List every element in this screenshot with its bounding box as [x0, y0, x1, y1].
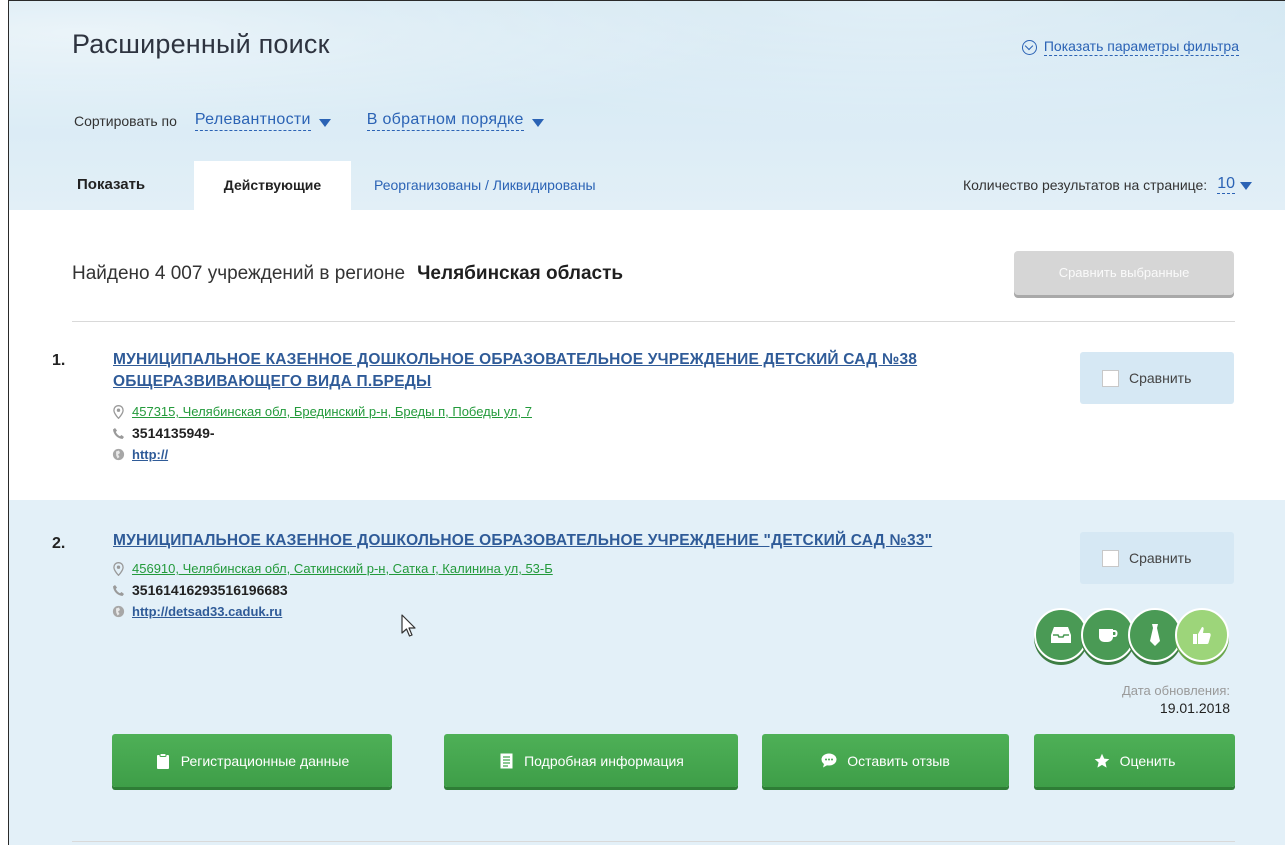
result-address-row: 457315, Челябинская обл, Брединский р-н,…: [111, 404, 532, 419]
phone-icon: [111, 426, 125, 440]
divider: [72, 841, 1235, 842]
results-count: Найдено 4 007 учреждений в регионе Челяби…: [72, 263, 623, 285]
compare-selected-button[interactable]: Сравнить выбранные: [1014, 251, 1234, 295]
result-website-link[interactable]: http://detsad33.caduk.ru: [132, 604, 282, 619]
search-header: Расширенный поиск Показать параметры фил…: [9, 1, 1285, 210]
checkbox[interactable]: [1102, 369, 1119, 387]
result-website-row: http://detsad33.caduk.ru: [111, 604, 282, 619]
tie-icon[interactable]: [1128, 608, 1182, 662]
inbox-icon[interactable]: [1034, 608, 1088, 662]
leave-review-button[interactable]: Оставить отзыв: [762, 734, 1009, 787]
page-frame: Расширенный поиск Показать параметры фил…: [8, 0, 1285, 845]
globe-icon: [111, 448, 125, 462]
filter-link-label: Показать параметры фильтра: [1043, 38, 1239, 56]
result-title-link[interactable]: МУНИЦИПАЛЬНОЕ КАЗЕННОЕ ДОШКОЛЬНОЕ ОБРАЗО…: [113, 349, 917, 393]
update-date: 19.01.2018: [1159, 700, 1230, 716]
tab-reorganized-liquidated[interactable]: Реорганизованы / Ликвидированы: [374, 177, 596, 193]
per-page-select[interactable]: 10: [1217, 175, 1235, 194]
checkbox[interactable]: [1102, 549, 1119, 567]
speech-bubble-icon: [821, 753, 837, 769]
chevron-circle-down-icon: [1021, 39, 1037, 55]
result-phone-row: 35161416293516196683: [111, 582, 288, 598]
divider: [72, 321, 1235, 322]
show-label: Показать: [77, 176, 146, 193]
found-text: Найдено 4 007 учреждений в регионе: [72, 263, 406, 284]
result-number: 2.: [52, 535, 66, 552]
compare-label: Сравнить: [1129, 370, 1192, 386]
result-phone: 3514135949-: [132, 425, 215, 441]
sort-order-value: В обратном порядке: [366, 111, 524, 131]
compare-checkbox[interactable]: Сравнить: [1080, 532, 1234, 584]
button-label: Подробная информация: [524, 752, 684, 769]
result-address-row: 456910, Челябинская обл, Саткинский р-н,…: [111, 561, 553, 576]
per-page-label: Количество результатов на странице:: [962, 176, 1208, 193]
result-website-link[interactable]: http://: [132, 447, 168, 462]
result-number: 1.: [52, 352, 66, 369]
registration-data-button[interactable]: Регистрационные данные: [112, 734, 392, 787]
detailed-info-button[interactable]: Подробная информация: [444, 734, 738, 787]
button-label: Регистрационные данные: [180, 752, 350, 769]
page-title: Расширенный поиск: [72, 29, 330, 59]
result-website-row: http://: [111, 447, 168, 462]
map-pin-icon: [111, 404, 125, 419]
sort-order-select[interactable]: В обратном порядке: [366, 111, 544, 131]
region-name: Челябинская область: [417, 263, 624, 284]
globe-icon: [111, 605, 125, 619]
show-filter-params-link[interactable]: Показать параметры фильтра: [1021, 38, 1239, 56]
result-address-link[interactable]: 457315, Челябинская обл, Брединский р-н,…: [132, 404, 532, 419]
mouse-cursor-icon: [401, 614, 417, 643]
compare-checkbox[interactable]: Сравнить: [1080, 352, 1234, 404]
update-label: Дата обновления:: [1122, 683, 1230, 698]
result-phone: 35161416293516196683: [132, 582, 288, 598]
button-label: Оставить отзыв: [847, 752, 950, 769]
triangle-down-icon: [531, 118, 544, 127]
map-pin-icon: [111, 561, 125, 576]
star-icon: [1094, 753, 1110, 769]
result-address-link[interactable]: 456910, Челябинская обл, Саткинский р-н,…: [132, 561, 553, 576]
compare-label: Сравнить: [1129, 550, 1192, 566]
sort-label: Сортировать по: [74, 113, 177, 129]
rate-button[interactable]: Оценить: [1034, 734, 1235, 787]
feature-badges: [1034, 608, 1229, 662]
result-title-link[interactable]: МУНИЦИПАЛЬНОЕ КАЗЕННОЕ ДОШКОЛЬНОЕ ОБРАЗО…: [113, 530, 932, 552]
cup-icon[interactable]: [1081, 608, 1135, 662]
clipboard-icon: [155, 752, 171, 769]
results-per-page: Количество результатов на странице: 10: [963, 175, 1252, 194]
tab-active-institutions[interactable]: Действующие: [194, 161, 351, 210]
triangle-down-icon: [318, 118, 331, 127]
phone-icon: [111, 583, 125, 597]
sort-row: Сортировать по Релевантности В обратном …: [74, 111, 580, 131]
result-phone-row: 3514135949-: [111, 425, 215, 441]
update-date-block: Дата обновления: 19.01.2018: [1122, 683, 1230, 716]
triangle-down-icon: [1240, 182, 1252, 190]
document-icon: [498, 753, 514, 769]
sort-field-select[interactable]: Релевантности: [194, 111, 331, 131]
thumbs-up-icon[interactable]: [1175, 608, 1229, 662]
sort-field-value: Релевантности: [194, 111, 311, 131]
button-label: Оценить: [1119, 752, 1176, 769]
